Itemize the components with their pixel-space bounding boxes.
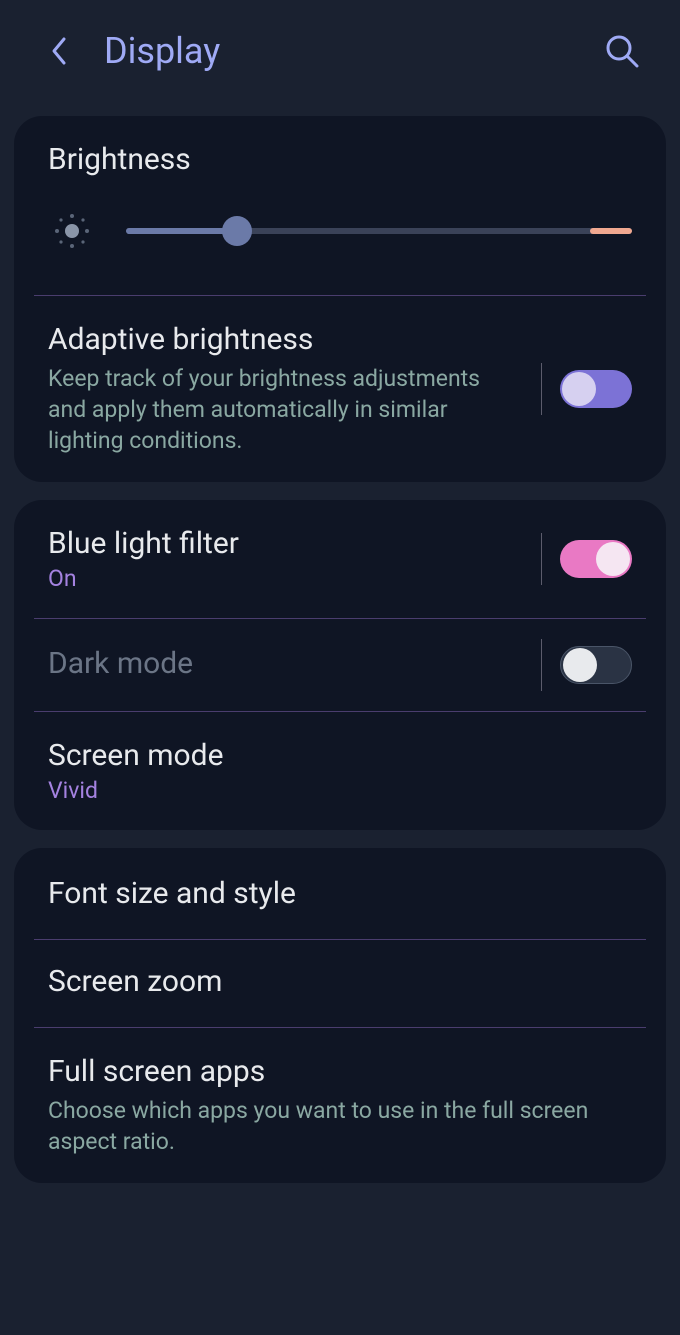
brightness-icon <box>48 207 96 255</box>
zoom-title: Screen zoom <box>48 964 632 999</box>
darkmode-text: Dark mode <box>48 646 523 685</box>
adaptive-title: Adaptive brightness <box>48 322 511 357</box>
fullscreen-desc: Choose which apps you want to use in the… <box>48 1095 608 1157</box>
slider-fill <box>126 228 237 234</box>
page-title: Display <box>104 30 604 72</box>
adaptive-desc: Keep track of your brightness adjustment… <box>48 363 511 456</box>
brightness-control <box>48 207 632 255</box>
card-brightness: Brightness <box>14 116 666 482</box>
bluelight-text: Blue light filter On <box>48 526 523 592</box>
screenmode-title: Screen mode <box>48 738 632 773</box>
header: Display <box>0 0 680 102</box>
dark-mode-toggle[interactable] <box>560 646 632 684</box>
section-font-size[interactable]: Font size and style <box>14 848 666 939</box>
card-layout: Font size and style Screen zoom Full scr… <box>14 848 666 1183</box>
section-adaptive-brightness[interactable]: Adaptive brightness Keep track of your b… <box>14 296 666 482</box>
bluelight-status: On <box>48 565 511 592</box>
font-title: Font size and style <box>48 876 632 911</box>
section-dark-mode[interactable]: Dark mode <box>14 619 666 711</box>
vertical-divider <box>541 363 542 415</box>
darkmode-title: Dark mode <box>48 646 511 681</box>
back-icon[interactable] <box>50 36 68 66</box>
vertical-divider <box>541 639 542 691</box>
section-blue-light[interactable]: Blue light filter On <box>14 500 666 618</box>
card-display-modes: Blue light filter On Dark mode Screen mo… <box>14 500 666 830</box>
screenmode-status: Vivid <box>48 777 632 804</box>
slider-thumb[interactable] <box>222 216 252 246</box>
toggle-knob <box>563 648 597 682</box>
brightness-label: Brightness <box>48 142 632 177</box>
section-screen-zoom[interactable]: Screen zoom <box>14 940 666 1027</box>
adaptive-text: Adaptive brightness Keep track of your b… <box>48 322 523 456</box>
fullscreen-title: Full screen apps <box>48 1054 632 1089</box>
brightness-slider[interactable] <box>126 216 632 246</box>
section-brightness: Brightness <box>14 116 666 295</box>
toggle-knob <box>596 542 630 576</box>
section-full-screen-apps[interactable]: Full screen apps Choose which apps you w… <box>14 1028 666 1183</box>
bluelight-title: Blue light filter <box>48 526 511 561</box>
vertical-divider <box>541 533 542 585</box>
toggle-knob <box>562 372 596 406</box>
section-screen-mode[interactable]: Screen mode Vivid <box>14 712 666 830</box>
slider-max-indicator <box>590 228 632 234</box>
blue-light-toggle[interactable] <box>560 540 632 578</box>
adaptive-brightness-toggle[interactable] <box>560 370 632 408</box>
search-icon[interactable] <box>604 33 640 69</box>
